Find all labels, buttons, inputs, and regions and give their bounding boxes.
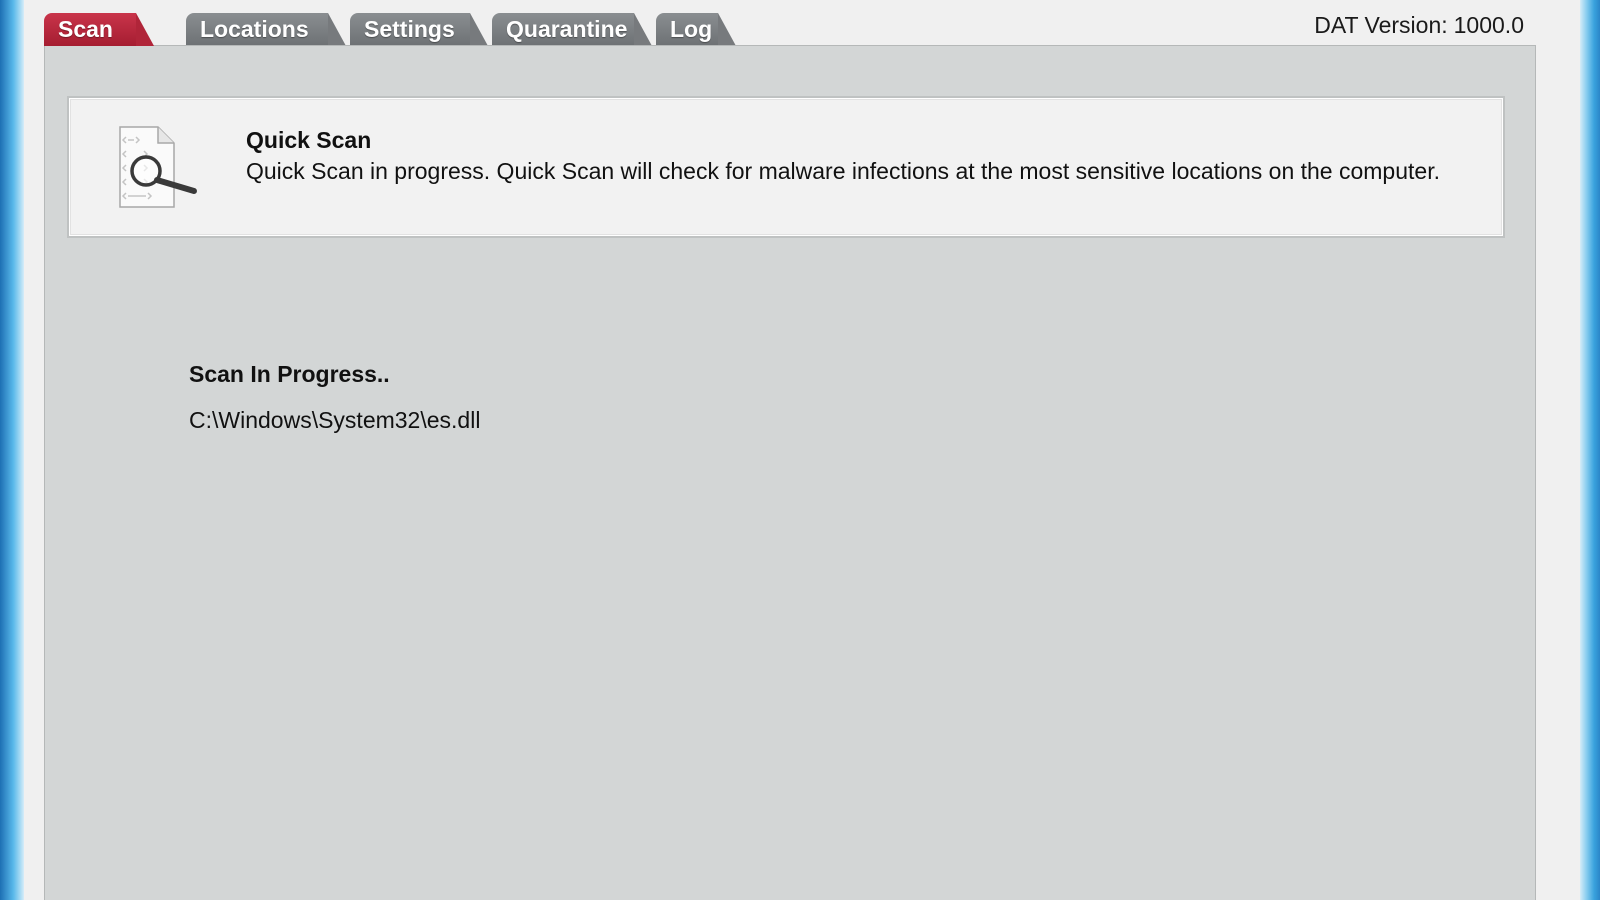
tab-log[interactable]: Log	[656, 13, 736, 46]
tab-locations[interactable]: Locations	[186, 13, 346, 46]
window-left-frame	[0, 0, 24, 900]
scan-type-title: Quick Scan	[246, 127, 372, 153]
tab-settings[interactable]: Settings	[350, 13, 488, 46]
current-file-path: C:\Windows\System32\es.dll	[189, 407, 481, 433]
scan-status-text: Scan In Progress..	[189, 361, 390, 387]
tab-quarantine[interactable]: Quarantine	[492, 13, 652, 46]
tab-strip: Scan Locations Settings Quarantine Log	[44, 10, 1044, 46]
scan-panel: Quick Scan Quick Scan in progress. Quick…	[44, 45, 1536, 900]
app-window: Scan Locations Settings Quarantine Log D…	[24, 0, 1580, 900]
tab-scan[interactable]: Scan	[44, 13, 154, 46]
dat-version: DAT Version: 1000.0	[1314, 12, 1524, 39]
dat-version-label: DAT Version:	[1314, 12, 1448, 38]
scan-info-box: Quick Scan Quick Scan in progress. Quick…	[69, 98, 1503, 236]
dat-version-value: 1000.0	[1453, 12, 1524, 38]
document-magnifier-icon	[119, 126, 197, 208]
window-right-frame	[1580, 0, 1600, 900]
scan-description: Quick Scan in progress. Quick Scan will …	[246, 158, 1440, 184]
